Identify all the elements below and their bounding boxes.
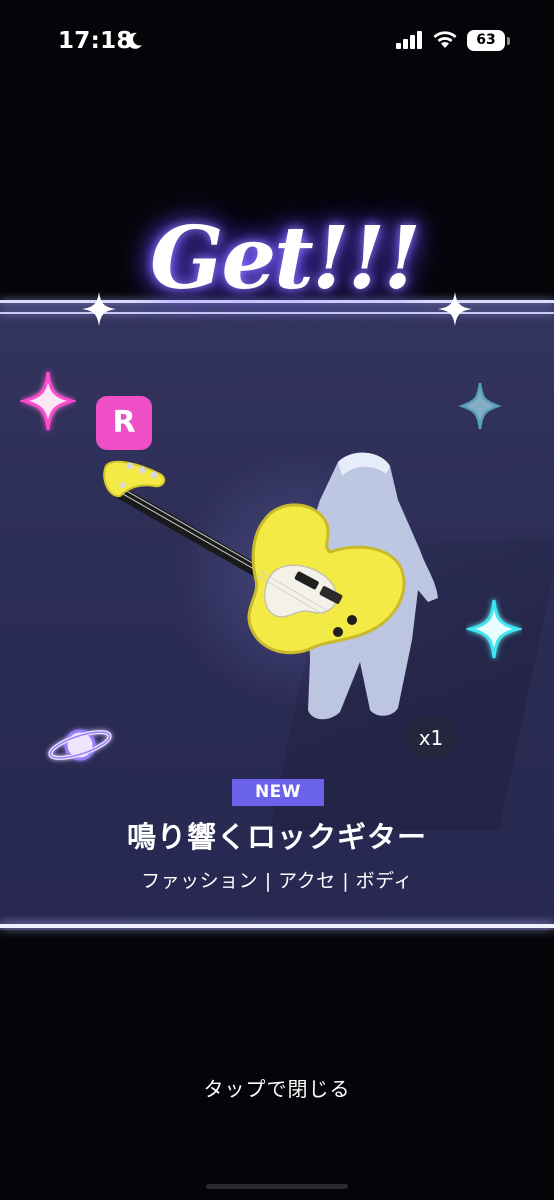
sparkle-icon [438, 292, 472, 326]
guitar-icon [103, 452, 438, 720]
home-indicator [206, 1184, 348, 1189]
item-category: ファッション | アクセ | ボディ [141, 870, 413, 892]
sparkle-icon [82, 292, 116, 326]
reward-screen[interactable]: 17:18 63 Get!!! R x1 NEW 鳴り響くロックギター ファッシ… [0, 0, 554, 1200]
get-title: Get!!! [150, 208, 421, 309]
wifi-icon [433, 31, 457, 48]
divider-bottom [0, 924, 554, 928]
quantity-badge: x1 [404, 718, 458, 758]
status-time: 17:18 [58, 28, 133, 54]
pink-sparkle-icon [20, 371, 76, 431]
get-title-block: Get!!! [120, 198, 440, 328]
tap-to-close-button[interactable]: タップで閉じる [0, 1073, 554, 1102]
new-tag: NEW [232, 779, 324, 806]
battery-cap [507, 37, 510, 45]
teal-sparkle-icon [458, 382, 502, 430]
status-bar: 17:18 63 [0, 0, 554, 84]
cyan-sparkle-icon [466, 599, 522, 659]
cellular-signal-icon [396, 31, 422, 49]
moon-icon [127, 32, 142, 49]
battery-icon: 63 [467, 30, 505, 51]
item-name: 鳴り響くロックギター [126, 820, 427, 854]
